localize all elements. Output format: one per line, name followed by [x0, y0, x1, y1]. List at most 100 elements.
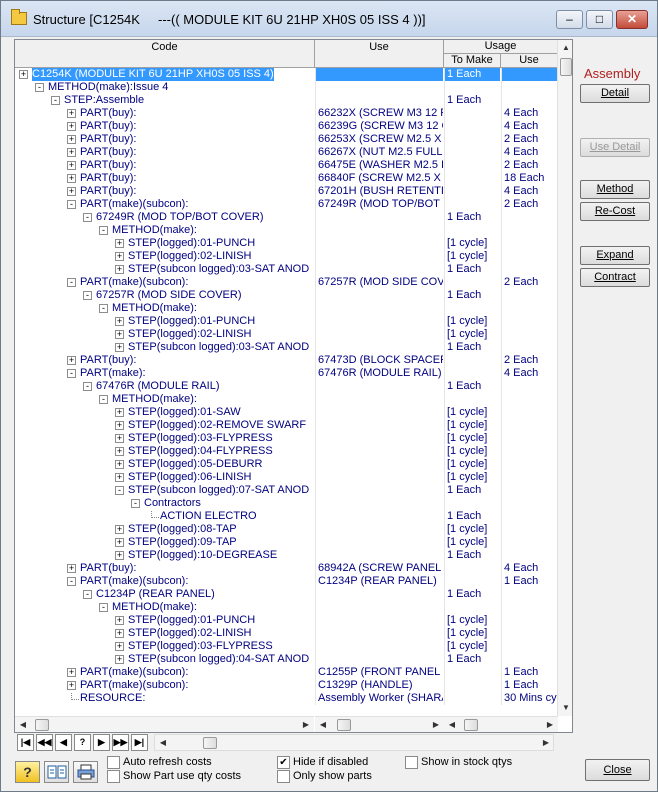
expand-icon[interactable]: + [67, 122, 76, 131]
expand-icon[interactable]: + [115, 655, 124, 664]
recost-button[interactable]: Re-Cost [580, 202, 650, 221]
expand-icon[interactable]: + [67, 109, 76, 118]
tree-row[interactable]: + STEP(subcon logged):03-SAT ANOD 1 Each [15, 341, 558, 354]
tree-row[interactable]: + STEP(logged):02-LINISH [1 cycle] [15, 627, 558, 640]
header-to-make[interactable]: To Make [444, 54, 501, 68]
code-horizontal-scrollbar[interactable]: ◀ ▶ [15, 716, 314, 732]
vertical-scroll-thumb[interactable] [560, 58, 572, 76]
tree-row[interactable]: + STEP(logged):08-TAP [1 cycle] [15, 523, 558, 536]
expand-icon[interactable]: + [67, 356, 76, 365]
tree-row[interactable]: + STEP(logged):03-FLYPRESS [1 cycle] [15, 640, 558, 653]
tree-row[interactable]: + STEP(logged):01-PUNCH [1 cycle] [15, 237, 558, 250]
header-use[interactable]: Use [315, 40, 444, 68]
show-in-stock-checkbox[interactable] [405, 756, 418, 769]
tree-row[interactable]: + PART(buy): 66253X (SCREW M2.5 X 1 2 Each [15, 133, 558, 146]
tree-row[interactable]: - METHOD(make): [15, 302, 558, 315]
expand-icon[interactable]: + [115, 551, 124, 560]
next-record-button[interactable]: ▶ [93, 734, 110, 751]
only-show-parts-checkbox[interactable] [277, 770, 290, 783]
expand-icon[interactable]: + [19, 70, 28, 79]
usage-scroll-thumb[interactable] [464, 719, 478, 731]
collapse-icon[interactable]: - [99, 395, 108, 404]
tree-row[interactable]: + STEP(logged):05-DEBURR [1 cycle] [15, 458, 558, 471]
tree-row[interactable]: + STEP(logged):10-DEGREASE 1 Each [15, 549, 558, 562]
tree-row[interactable]: + PART(buy): 66840F (SCREW M2.5 X 6 18 Each [15, 172, 558, 185]
expand-icon[interactable]: + [115, 460, 124, 469]
tree-row[interactable]: -67249R (MOD TOP/BOT COVER) 1 Each [15, 211, 558, 224]
usage-horizontal-scrollbar[interactable]: ◀ ▶ [444, 716, 558, 732]
tree-row[interactable]: + STEP(logged):01-PUNCH [1 cycle] [15, 614, 558, 627]
use-horizontal-scrollbar[interactable]: ◀ ▶ [315, 716, 444, 732]
header-code[interactable]: Code [15, 40, 315, 68]
maximize-button[interactable]: □ [586, 10, 613, 29]
tree-row[interactable]: RESOURCE: Assembly Worker (SHARA 30 Mins c… [15, 692, 558, 705]
tree-row[interactable]: + STEP(logged):03-FLYPRESS [1 cycle] [15, 432, 558, 445]
tree-row[interactable]: ACTION ELECTRO 1 Each [15, 510, 558, 523]
expand-icon[interactable]: + [115, 239, 124, 248]
detail-button[interactable]: Detail [580, 84, 650, 103]
tree-row[interactable]: - Contractors [15, 497, 558, 510]
collapse-icon[interactable]: - [83, 213, 92, 222]
previous-record-button[interactable]: ◀ [55, 734, 72, 751]
auto-refresh-checkbox[interactable] [107, 756, 120, 769]
tree-row[interactable]: + PART(buy): 67201H (BUSH RETENTI 4 Each [15, 185, 558, 198]
tree-row[interactable]: + PART(make)(subcon): C1255P (FRONT PANEL … [15, 666, 558, 679]
tree-row[interactable]: + STEP(logged):04-FLYPRESS [1 cycle] [15, 445, 558, 458]
tree-row[interactable]: + PART(buy): 68942A (SCREW PANEL I 4 Each [15, 562, 558, 575]
print-icon[interactable] [73, 761, 98, 783]
tree-row[interactable]: - PART(make)(subcon): 67257R (MOD SIDE COV… [15, 276, 558, 289]
scroll-left-icon[interactable]: ◀ [15, 717, 31, 732]
structure-grid[interactable]: Code Use Usage To Make Use + C1254K (MODU… [14, 39, 573, 733]
help-record-button[interactable]: ? [74, 734, 91, 751]
tree-row[interactable]: + STEP(logged):02-LINISH [1 cycle] [15, 328, 558, 341]
collapse-icon[interactable]: - [51, 96, 60, 105]
tree-row[interactable]: + STEP(logged):02-REMOVE SWARF [1 cycle] [15, 419, 558, 432]
scroll-right-icon[interactable]: ▶ [538, 735, 554, 751]
expand-icon[interactable]: + [115, 265, 124, 274]
tree-row[interactable]: + C1254K (MODULE KIT 6U 21HP XH0S 05 ISS … [15, 68, 558, 81]
vertical-scrollbar[interactable]: ▲ ▼ [557, 40, 572, 716]
collapse-icon[interactable]: - [67, 200, 76, 209]
collapse-icon[interactable]: - [67, 577, 76, 586]
tree-row[interactable]: -67257R (MOD SIDE COVER) 1 Each [15, 289, 558, 302]
tree-row[interactable]: + STEP(logged):01-PUNCH [1 cycle] [15, 315, 558, 328]
show-part-use-checkbox[interactable] [107, 770, 120, 783]
expand-icon[interactable]: + [115, 252, 124, 261]
tree-row[interactable]: + PART(buy): 66267X (NUT M2.5 FULL 4 Each [15, 146, 558, 159]
expand-icon[interactable]: + [67, 174, 76, 183]
scroll-left-icon[interactable]: ◀ [155, 735, 171, 751]
compare-icon[interactable] [44, 761, 69, 783]
tree-row[interactable]: - PART(make)(subcon): 67249R (MOD TOP/BOT … [15, 198, 558, 211]
tree-row[interactable]: - METHOD(make): [15, 224, 558, 237]
expand-icon[interactable]: + [67, 187, 76, 196]
collapse-icon[interactable]: - [99, 304, 108, 313]
expand-icon[interactable]: + [115, 616, 124, 625]
tree-row[interactable]: + STEP(logged):02-LINISH [1 cycle] [15, 250, 558, 263]
expand-button[interactable]: Expand [580, 246, 650, 265]
scroll-right-icon[interactable]: ▶ [428, 717, 444, 732]
tree-row[interactable]: + STEP(subcon logged):03-SAT ANOD 1 Each [15, 263, 558, 276]
collapse-icon[interactable]: - [35, 83, 44, 92]
collapse-icon[interactable]: - [115, 486, 124, 495]
previous-page-button[interactable]: ◀◀ [36, 734, 53, 751]
expand-icon[interactable]: + [115, 473, 124, 482]
scroll-down-icon[interactable]: ▼ [558, 700, 572, 716]
next-page-button[interactable]: ▶▶ [112, 734, 129, 751]
tree-row[interactable]: - PART(make)(subcon): C1234P (REAR PANEL) 1… [15, 575, 558, 588]
collapse-icon[interactable]: - [99, 226, 108, 235]
header-use-qty[interactable]: Use [501, 54, 558, 68]
tree-row[interactable]: + PART(buy): 66475E (WASHER M2.5 F 2 Each [15, 159, 558, 172]
expand-icon[interactable]: + [67, 681, 76, 690]
expand-icon[interactable]: + [67, 668, 76, 677]
expand-icon[interactable]: + [115, 421, 124, 430]
tree-row[interactable]: - METHOD(make): [15, 601, 558, 614]
expand-icon[interactable]: + [67, 135, 76, 144]
tree-row[interactable]: + PART(buy): 67473D (BLOCK SPACER 2 Each [15, 354, 558, 367]
tree-row[interactable]: + STEP(logged):06-LINISH [1 cycle] [15, 471, 558, 484]
use-detail-button[interactable]: Use Detail [580, 138, 650, 157]
close-window-button[interactable]: ✕ [616, 10, 648, 29]
tree-row[interactable]: - METHOD(make):Issue 4 [15, 81, 558, 94]
expand-icon[interactable]: + [115, 317, 124, 326]
expand-icon[interactable]: + [115, 538, 124, 547]
tree-row[interactable]: + PART(buy): 66232X (SCREW M3 12 P 4 Each [15, 107, 558, 120]
